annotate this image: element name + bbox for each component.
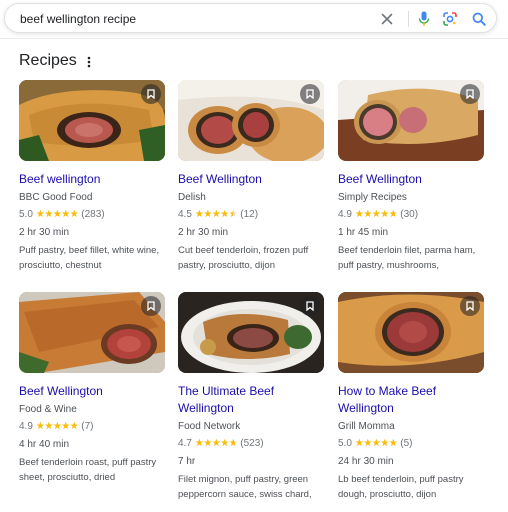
more-vert-icon[interactable] — [82, 52, 96, 72]
recipe-image[interactable] — [19, 292, 165, 373]
recipe-source: Grill Momma — [338, 421, 395, 432]
rating-value: 5.0 — [19, 209, 33, 220]
recipe-ingredients: Beef tenderloin filet, parma ham, puff p… — [338, 245, 476, 271]
recipe-card[interactable]: Beef Wellington Delish 4.5 ★★★★★★★★★★ (1… — [178, 80, 324, 273]
recipe-image[interactable] — [178, 292, 324, 373]
review-count: (5) — [400, 438, 413, 449]
star-rating: ★★★★★★★★★★ — [35, 421, 79, 432]
recipe-card[interactable]: How to Make Beef Wellington Grill Momma … — [338, 292, 484, 502]
recipe-ingredients: Cut beef tenderloin, frozen puff pastry,… — [178, 245, 309, 271]
recipe-rating: 4.5 ★★★★★★★★★★ (12) — [178, 208, 324, 222]
recipe-ingredients: Beef tenderloin roast, puff pastry sheet… — [19, 457, 157, 483]
bookmark-icon[interactable] — [141, 296, 161, 316]
star-rating: ★★★★★★★★★★ — [354, 209, 398, 220]
camera-lens-icon[interactable] — [441, 10, 459, 28]
recipe-ingredients: Lb beef tenderloin, puff pastry dough, p… — [338, 474, 464, 500]
recipe-time: 1 hr 45 min — [338, 227, 389, 238]
section-title: Recipes — [19, 52, 77, 69]
search-bar[interactable]: beef wellington recipe — [4, 3, 497, 33]
recipe-title[interactable]: Beef Wellington — [19, 383, 165, 400]
recipe-image[interactable] — [338, 292, 484, 373]
recipe-time: 2 hr 30 min — [19, 227, 70, 238]
recipe-rating: 4.7 ★★★★★ ★★★★★ (523) — [178, 437, 324, 451]
review-count: (283) — [81, 209, 105, 220]
star-rating: ★★★★★★★★★★ — [35, 209, 79, 220]
star-rating: ★★★★★★★★★★ — [194, 209, 238, 220]
recipe-image[interactable] — [338, 80, 484, 161]
recipe-source: BBC Good Food — [19, 192, 93, 203]
bookmark-icon[interactable] — [300, 296, 320, 316]
search-input[interactable]: beef wellington recipe — [20, 12, 136, 26]
search-divider — [408, 11, 409, 27]
review-count: (30) — [400, 209, 419, 220]
bookmark-icon[interactable] — [141, 84, 161, 104]
recipe-source: Simply Recipes — [338, 192, 407, 203]
recipe-image[interactable] — [19, 80, 165, 161]
recipe-title[interactable]: Beef wellington — [19, 171, 165, 188]
recipe-title[interactable]: Beef Wellington — [338, 171, 484, 188]
recipe-ingredients: Puff pastry, beef fillet, white wine, pr… — [19, 245, 160, 271]
review-count: (523) — [240, 438, 264, 449]
recipe-time: 2 hr 30 min — [178, 227, 229, 238]
star-rating: ★★★★★★★★★★ — [354, 438, 398, 449]
recipe-card[interactable]: Beef Wellington Simply Recipes 4.9 ★★★★★… — [338, 80, 484, 273]
recipe-rating: 5.0 ★★★★★ ★★★★★ (5) — [338, 437, 484, 451]
recipe-ingredients: Filet mignon, puff pastry, green pepperc… — [178, 474, 312, 500]
rating-value: 5.0 — [338, 438, 352, 449]
microphone-icon[interactable] — [415, 10, 433, 28]
bookmark-icon[interactable] — [460, 84, 480, 104]
rating-value: 4.5 — [178, 209, 192, 220]
bookmark-icon[interactable] — [460, 296, 480, 316]
recipe-time: 24 hr 30 min — [338, 456, 394, 467]
rating-value: 4.9 — [338, 209, 352, 220]
recipe-card[interactable]: Beef wellington BBC Good Food 5.0 ★★★★★ ★… — [19, 80, 165, 273]
recipe-time: 7 hr — [178, 456, 196, 467]
recipe-source: Delish — [178, 192, 206, 203]
review-count: (12) — [240, 209, 259, 220]
header-divider — [0, 38, 508, 39]
rating-value: 4.7 — [178, 438, 192, 449]
search-icon[interactable] — [470, 10, 488, 28]
recipe-time: 4 hr 40 min — [19, 439, 70, 450]
rating-value: 4.9 — [19, 421, 33, 432]
recipe-source: Food & Wine — [19, 404, 77, 415]
recipe-image[interactable] — [178, 80, 324, 161]
recipe-card[interactable]: Beef Wellington Food & Wine 4.9 ★★★★★ ★★★… — [19, 292, 165, 485]
recipe-rating: 5.0 ★★★★★ ★★★★★ (283) — [19, 208, 165, 222]
bookmark-icon[interactable] — [300, 84, 320, 104]
review-count: (7) — [81, 421, 94, 432]
recipe-title[interactable]: The Ultimate Beef Wellington — [178, 383, 324, 417]
close-icon[interactable] — [378, 10, 396, 28]
recipe-source: Food Network — [178, 421, 241, 432]
recipe-rating: 4.9 ★★★★★ ★★★★★ (7) — [19, 420, 165, 434]
recipe-title[interactable]: Beef Wellington — [178, 171, 324, 188]
recipe-title[interactable]: How to Make Beef Wellington — [338, 383, 484, 417]
recipe-card[interactable]: The Ultimate Beef Wellington Food Networ… — [178, 292, 324, 502]
star-rating: ★★★★★★★★★★ — [194, 438, 238, 449]
recipe-rating: 4.9 ★★★★★ ★★★★★ (30) — [338, 208, 484, 222]
